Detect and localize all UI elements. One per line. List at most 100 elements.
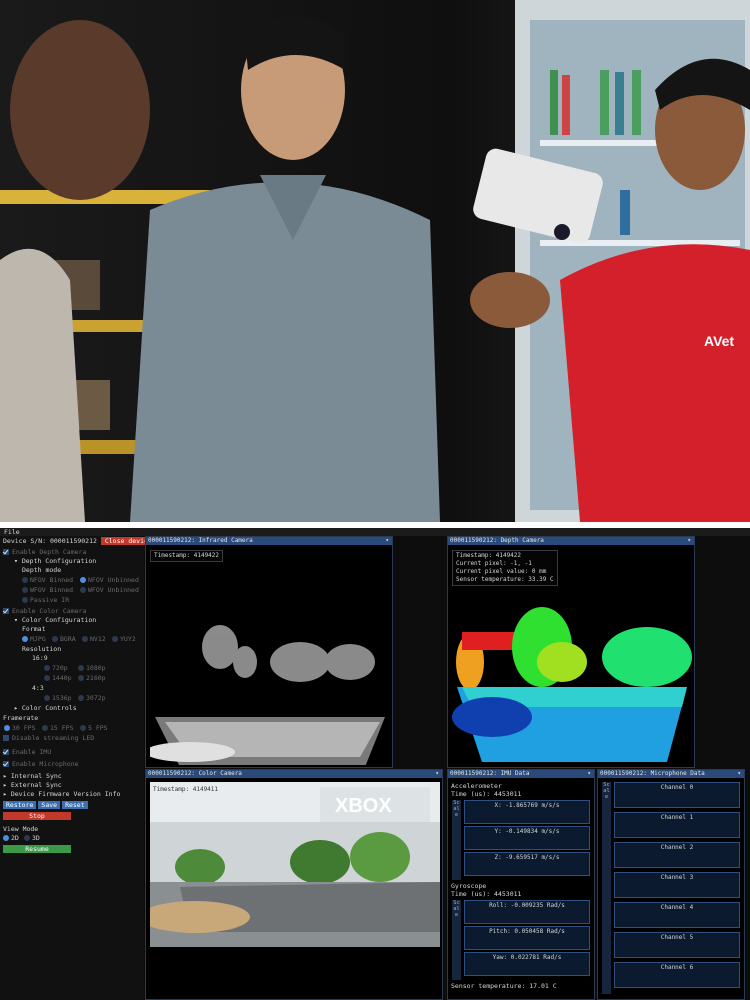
depth-mode-label: Depth mode [22,566,62,574]
panel-title-bar[interactable]: 000011590212: IMU Data ▾ [448,770,594,778]
depth-pixel-value: Current pixel value: 0 mm [456,568,547,575]
gyro-yaw-graph: Yaw: 0.022781 Rad/s [464,952,590,976]
firmware-tree[interactable]: ▸ Device Firmware Version Info [3,790,120,799]
infrared-camera-panel: 000011590212: Infrared Camera ▾ Timestamp… [145,536,393,768]
gyro-time: Time (us): 4453011 [451,890,522,898]
radio-icon [78,675,84,681]
res-720p[interactable]: 720p [44,664,68,673]
radio-icon [22,597,28,603]
enable-imu-checkbox[interactable]: Enable IMU [3,748,51,757]
restore-button[interactable]: Restore [3,801,37,809]
internal-sync-tree[interactable]: ▸ Internal Sync [3,772,62,781]
accel-time: Time (us): 4453011 [451,790,522,798]
mic-channel-graph: Channel 4 [614,902,740,928]
collapse-icon[interactable]: ▾ [737,770,741,778]
radio-icon [24,835,30,841]
mic-channel-graph: Channel 1 [614,812,740,838]
mic-channel-graph: Channel 5 [614,932,740,958]
fps-5[interactable]: 5 FPS [80,724,108,733]
collapse-icon[interactable]: ▾ [687,537,691,545]
mic-scale-slider[interactable]: Scale [602,782,611,994]
depth-current-pixel: Current pixel: -1, -1 [456,560,532,567]
external-sync-tree[interactable]: ▸ External Sync [3,781,62,790]
fps-15[interactable]: 15 FPS [42,724,73,733]
res-3072p[interactable]: 3072p [78,694,106,703]
fps-30[interactable]: 30 FPS [4,724,35,733]
view-3d-radio[interactable]: 3D [24,834,40,843]
azure-kinect-viewer: File Device S/N: 000011590212 Close devi… [0,528,750,1000]
gyro-pitch-graph: Pitch: 0.050458 Rad/s [464,926,590,950]
enable-color-checkbox[interactable]: Enable Color Camera [3,607,86,616]
panel-title-bar[interactable]: 000011590212: Microphone Data ▾ [598,770,744,778]
settings-buttons: Restore Save Reset [3,801,90,810]
reset-button[interactable]: Reset [62,801,88,809]
stop-button[interactable]: Stop [3,812,71,820]
accel-x-graph: X: -1.865769 m/s/s [464,800,590,824]
res-1440p[interactable]: 1440p [44,674,72,683]
format-yuy2[interactable]: YUY2 [112,635,136,644]
svg-text:XBOX: XBOX [335,795,392,817]
res-2160p[interactable]: 2160p [78,674,106,683]
settings-sidebar: Device S/N: 000011590212 Close device En… [0,536,156,1000]
infrared-timestamp: Timestamp: 4149422 [150,550,224,562]
gyro-scale-slider[interactable]: Scale [452,900,461,980]
disable-led-checkbox[interactable]: Disable streaming LED [3,734,94,743]
radio-icon [4,725,10,731]
imu-data-panel: 000011590212: IMU Data ▾ Accelerometer Ti… [447,769,595,1000]
radio-icon [78,665,84,671]
depth-mode-nfov-unbinned[interactable]: NFOV Unbinned [80,576,139,585]
format-label: Format [22,625,46,633]
checkbox-icon [3,549,9,555]
panel-title-bar[interactable]: 000011590212: Color Camera ▾ [146,770,442,778]
color-controls-tree[interactable]: ▸ Color Controls [14,704,77,713]
format-nv12[interactable]: NV12 [82,635,106,644]
res-1080p[interactable]: 1080p [78,664,106,673]
menu-file[interactable]: File [4,528,20,536]
checkbox-icon [3,749,9,755]
depth-mode-nfov-binned[interactable]: NFOV Binned [22,576,73,585]
collapse-icon[interactable]: ▾ [587,770,591,778]
radio-icon [22,577,28,583]
collapse-icon[interactable]: ▾ [385,537,389,545]
ratio-16-9-label: 16:9 [32,654,48,662]
radio-icon [80,725,86,731]
microphone-data-panel: 000011590212: Microphone Data ▾ Scale Cha… [597,769,745,1000]
photo-illustration [0,0,750,522]
enable-mic-checkbox[interactable]: Enable Microphone [3,760,79,769]
collapse-icon[interactable]: ▾ [435,770,439,778]
panel-title-bar[interactable]: 000011590212: Depth Camera ▾ [448,537,694,545]
depth-config-tree[interactable]: ▾ Depth Configuration [14,557,96,566]
enable-depth-checkbox[interactable]: Enable Depth Camera [3,548,86,557]
mic-channel-graph: Channel 2 [614,842,740,868]
promo-photo: AVet [0,0,750,522]
view-2d-radio[interactable]: 2D [3,834,19,843]
resolution-label: Resolution [22,645,62,653]
save-button[interactable]: Save [38,801,61,809]
panel-title-bar[interactable]: 000011590212: Infrared Camera ▾ [146,537,392,545]
accel-scale-slider[interactable]: Scale [452,800,461,880]
depth-timestamp: Timestamp: 4149422 [456,552,522,559]
depth-mode-wfov-binned[interactable]: WFOV Binned [22,586,73,595]
resume-button[interactable]: Resume [3,845,71,853]
radio-icon [82,636,88,642]
depth-mode-wfov-unbinned[interactable]: WFOV Unbinned [80,586,139,595]
checkbox-icon [3,608,9,614]
checkbox-icon [3,761,9,767]
res-1536p[interactable]: 1536p [44,694,72,703]
color-timestamp: Timestamp: 4149411 [153,786,219,793]
framerate-label: Framerate [3,714,39,722]
depth-image [452,592,692,765]
menu-bar: File [0,528,750,536]
depth-mode-passive-ir[interactable]: Passive IR [22,596,69,605]
format-mjpg[interactable]: MJPG [22,635,46,644]
depth-camera-panel: 000011590212: Depth Camera ▾ Timestamp: 4… [447,536,695,768]
shirt-logo: AVet [704,333,735,349]
radio-icon [44,695,50,701]
color-config-tree[interactable]: ▾ Color Configuration [14,616,96,625]
depth-sensor-temp: Sensor temperature: 33.39 C [456,576,554,583]
checkbox-icon [3,735,9,741]
imu-sensor-temp: Sensor temperature: 17.01 C [451,982,557,990]
color-image: XBOX [150,782,440,947]
format-bgra[interactable]: BGRA [52,635,76,644]
mic-channel-graph: Channel 3 [614,872,740,898]
